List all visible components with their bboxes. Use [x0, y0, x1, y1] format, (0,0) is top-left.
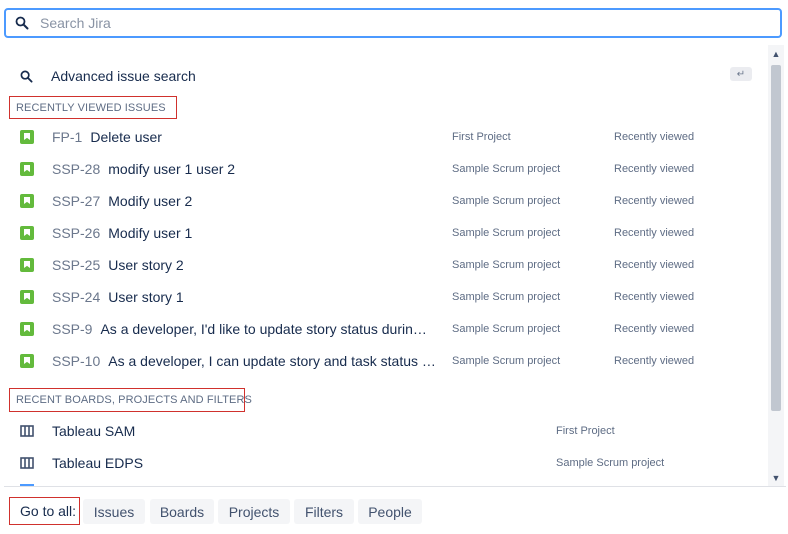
recently-viewed-issues-header: RECENTLY VIEWED ISSUES — [9, 96, 177, 119]
issue-key: SSP-26 — [52, 225, 101, 241]
story-icon — [20, 194, 34, 208]
issue-project: Sample Scrum project — [452, 323, 561, 335]
issue-project: Sample Scrum project — [452, 259, 561, 271]
issue-summary: As a developer, I can update story and t… — [108, 353, 438, 369]
issue-status: Recently viewed — [614, 323, 695, 335]
issue-summary: Delete user — [90, 129, 162, 145]
search-input[interactable] — [38, 14, 780, 32]
issue-key: SSP-27 — [52, 193, 101, 209]
search-icon — [15, 16, 29, 30]
issue-key: SSP-28 — [52, 161, 101, 177]
scrollbar[interactable]: ▲ ▼ — [768, 45, 784, 487]
issue-status: Recently viewed — [614, 259, 695, 271]
story-icon — [20, 290, 34, 304]
issue-summary: As a developer, I'd like to update story… — [100, 321, 430, 337]
board-row[interactable]: Tableau EDPS Sample Scrum project — [20, 451, 754, 475]
issue-status: Recently viewed — [614, 131, 695, 143]
issue-project: Sample Scrum project — [452, 291, 561, 303]
board-project: Sample Scrum project — [556, 457, 665, 469]
issue-key: SSP-24 — [52, 289, 101, 305]
issue-row[interactable]: SSP-28 modify user 1 user 2 Sample Scrum p… — [20, 157, 754, 181]
issue-summary: Modify user 2 — [108, 193, 193, 209]
enter-key-icon: ↵ — [730, 67, 752, 81]
issue-key: SSP-10 — [52, 353, 101, 369]
issue-row[interactable]: SSP-25 User story 2 Sample Scrum project Re… — [20, 253, 754, 277]
board-icon — [20, 457, 34, 469]
story-icon — [20, 258, 34, 272]
board-icon — [20, 425, 34, 437]
issue-key: SSP-25 — [52, 257, 101, 273]
issue-row[interactable]: SSP-10 As a developer, I can update story… — [20, 349, 754, 373]
chip-issues[interactable]: Issues — [83, 499, 145, 524]
scroll-thumb[interactable] — [771, 65, 781, 411]
search-box[interactable] — [4, 8, 782, 38]
issue-row[interactable]: SSP-27 Modify user 2 Sample Scrum project R… — [20, 189, 754, 213]
chip-boards[interactable]: Boards — [150, 499, 214, 524]
issue-project: Sample Scrum project — [452, 227, 561, 239]
issue-summary: User story 1 — [108, 289, 184, 305]
issue-key: SSP-9 — [52, 321, 93, 337]
issue-project: Sample Scrum project — [452, 355, 561, 367]
board-project: First Project — [556, 425, 615, 437]
scroll-up-arrow-icon[interactable]: ▲ — [768, 47, 784, 61]
story-icon — [20, 226, 34, 240]
board-name: Tableau EDPS — [52, 455, 144, 471]
issue-key: FP-1 — [52, 129, 83, 145]
chip-projects[interactable]: Projects — [218, 499, 290, 524]
issue-status: Recently viewed — [614, 355, 695, 367]
issue-project: First Project — [452, 131, 511, 143]
issue-row[interactable]: FP-1 Delete user First Project Recently vie… — [20, 125, 754, 149]
chip-filters[interactable]: Filters — [294, 499, 354, 524]
issue-project: Sample Scrum project — [452, 163, 561, 175]
chip-people[interactable]: People — [358, 499, 422, 524]
issue-row[interactable]: SSP-26 Modify user 1 Sample Scrum project R… — [20, 221, 754, 245]
board-row[interactable]: Tableau SAM First Project — [20, 419, 754, 443]
story-icon — [20, 162, 34, 176]
board-name: Tableau SAM — [52, 423, 136, 439]
issue-row[interactable]: SSP-9 As a developer, I'd like to update … — [20, 317, 754, 341]
issue-row[interactable]: SSP-24 User story 1 Sample Scrum project Re… — [20, 285, 754, 309]
issue-summary: modify user 1 user 2 — [108, 161, 236, 177]
story-icon — [20, 130, 34, 144]
scroll-down-arrow-icon[interactable]: ▼ — [768, 471, 784, 485]
issue-status: Recently viewed — [614, 291, 695, 303]
issue-summary: Modify user 1 — [108, 225, 193, 241]
search-icon — [20, 70, 33, 83]
recent-boards-header: RECENT BOARDS, PROJECTS AND FILTERS — [9, 388, 252, 412]
issue-summary: User story 2 — [108, 257, 184, 273]
issue-status: Recently viewed — [614, 227, 695, 239]
footer: Go to all: Issues Boards Projects Filter… — [4, 486, 786, 534]
issue-status: Recently viewed — [614, 163, 695, 175]
issue-project: Sample Scrum project — [452, 195, 561, 207]
go-to-all-label: Go to all: — [9, 497, 80, 525]
advanced-issue-search-label: Advanced issue search — [51, 68, 196, 84]
story-icon — [20, 354, 34, 368]
issue-status: Recently viewed — [614, 195, 695, 207]
search-dropdown: Advanced issue search ↵ RECENTLY VIEWED … — [4, 45, 786, 534]
advanced-issue-search[interactable]: Advanced issue search ↵ — [20, 65, 754, 87]
story-icon — [20, 322, 34, 336]
